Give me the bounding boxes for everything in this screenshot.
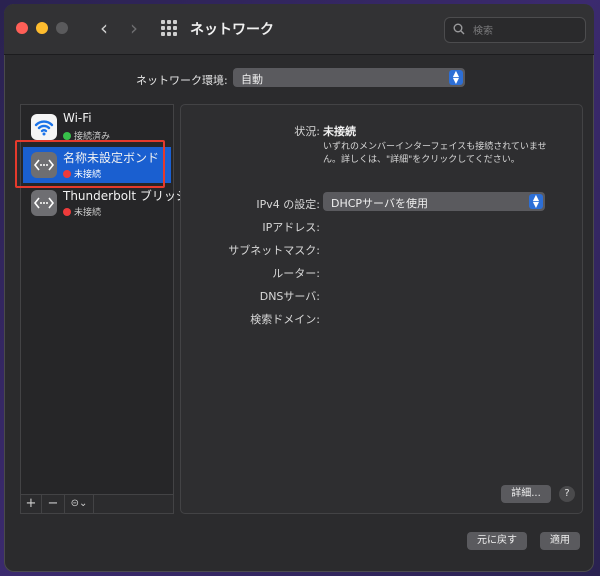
network-environment-select[interactable]: 自動 ▲ ▼ — [233, 68, 465, 87]
close-window-button[interactable] — [16, 22, 28, 34]
help-button[interactable]: ? — [559, 486, 575, 502]
chevron-updown-icon: ▲ ▼ — [529, 194, 543, 209]
add-service-button[interactable]: + — [21, 495, 42, 513]
status-label: 状況: — [294, 125, 320, 138]
search-domain-label: 検索ドメイン: — [250, 313, 320, 326]
service-status: 未接続 — [63, 205, 101, 218]
service-actions-button[interactable]: ⊝⌄ — [65, 495, 94, 513]
subnet-mask-label: サブネットマスク: — [228, 244, 320, 257]
chevron-updown-icon: ▲ ▼ — [449, 70, 463, 85]
status-dot-icon — [63, 208, 71, 216]
service-detail-panel: 状況: 未接続 いずれのメンバーインターフェイスも接続されていません。詳しくは、… — [180, 104, 583, 514]
zoom-window-button[interactable] — [56, 22, 68, 34]
revert-button[interactable]: 元に戻す — [467, 532, 527, 550]
network-environment-label: ネットワーク環境: — [136, 74, 228, 87]
service-item-thunderbolt[interactable]: Thunderbolt ブリッジ 未接続 — [23, 185, 188, 221]
dns-server-label: DNSサーバ: — [259, 290, 320, 303]
ipv4-config-value: DHCPサーバを使用 — [331, 197, 428, 210]
service-name: Thunderbolt ブリッジ — [63, 189, 188, 203]
router-label: ルーター: — [272, 267, 320, 280]
minimize-window-button[interactable] — [36, 22, 48, 34]
service-name: Wi-Fi — [63, 111, 92, 125]
search-field[interactable] — [444, 17, 586, 43]
search-input[interactable] — [471, 21, 581, 41]
forward-icon[interactable]: › — [124, 17, 144, 39]
ethernet-arrows-icon — [31, 190, 57, 216]
title-bar: ‹ › ネットワーク — [4, 4, 594, 55]
apply-button[interactable]: 適用 — [540, 532, 580, 550]
network-environment-value: 自動 — [241, 73, 263, 86]
show-all-grid-icon[interactable] — [161, 20, 177, 36]
advanced-button[interactable]: 詳細... — [501, 485, 551, 503]
back-icon[interactable]: ‹ — [94, 17, 114, 39]
system-preferences-window: ‹ › ネットワーク ネットワーク環境: 自動 ▲▼ — [4, 4, 594, 572]
ipv4-label: IPv4 の設定: — [256, 198, 320, 211]
window-title: ネットワーク — [190, 22, 274, 38]
status-value: 未接続 — [323, 125, 356, 138]
ipv4-config-select[interactable]: DHCPサーバを使用 ▲ ▼ — [323, 192, 545, 211]
ip-address-label: IPアドレス: — [262, 221, 320, 234]
status-dot-icon — [63, 132, 71, 140]
service-list-toolbar: + − ⊝⌄ — [21, 494, 173, 513]
wifi-icon — [31, 114, 57, 140]
search-icon — [453, 23, 465, 35]
status-description: いずれのメンバーインターフェイスも接続されていません。詳しくは、"詳細"をクリッ… — [323, 142, 547, 165]
remove-service-button[interactable]: − — [42, 495, 65, 513]
selection-highlight-annotation — [15, 140, 165, 188]
